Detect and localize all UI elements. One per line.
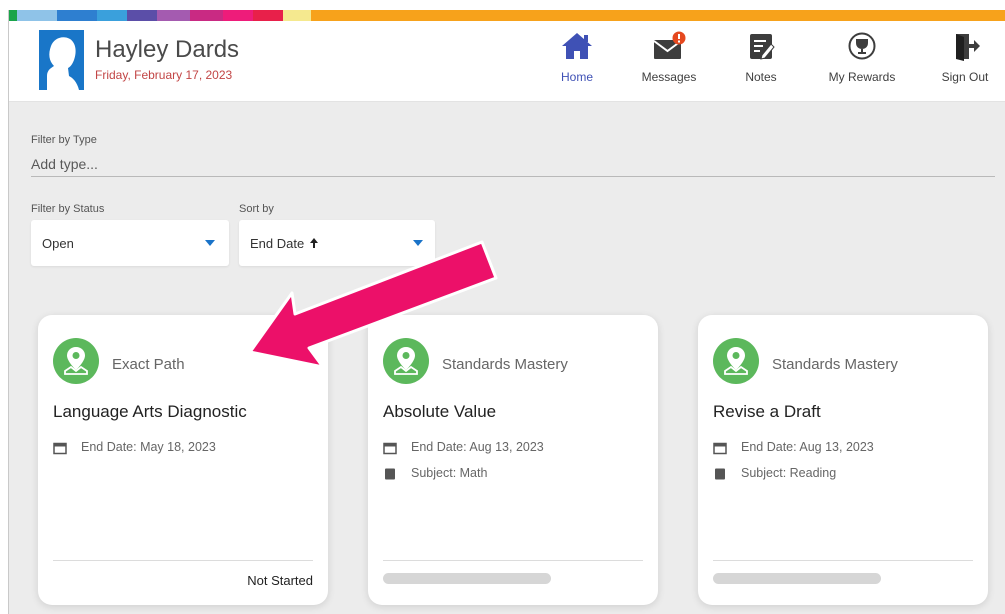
exit-door-icon [956,34,980,61]
end-date: End Date: May 18, 2023 [81,440,216,454]
book-icon [715,468,725,480]
assignment-title: Revise a Draft [713,402,821,421]
assignment-card[interactable]: Exact Path Language Arts Diagnostic End … [38,315,328,605]
filter-type-label: Filter by Type [31,134,97,146]
card-divider [713,560,973,561]
assignment-title: Language Arts Diagnostic [53,402,247,421]
avatar[interactable] [39,30,84,90]
nav-home[interactable]: Home [551,21,603,101]
assignment-type: Exact Path [112,356,185,373]
app-header: Hayley Dards Friday, February 17, 2023 H… [9,21,1005,102]
nav-my-rewards-label: My Rewards [828,70,896,84]
card-divider [53,560,313,561]
progress-placeholder-bar [713,573,881,584]
nav-notes-label: Notes [745,70,777,84]
user-name: Hayley Dards [95,36,240,63]
assignment-title: Absolute Value [383,402,497,421]
assignment-type: Standards Mastery [442,356,568,373]
nav-notes[interactable]: Notes [733,21,789,101]
notes-icon [750,34,775,60]
current-date: Friday, February 17, 2023 [95,68,233,82]
assignment-card[interactable]: Standards Mastery Revise a Draft End Dat… [698,315,988,605]
sort-by-label: Sort by [239,203,274,215]
subject: Subject: Reading [741,466,837,480]
filter-status-label: Filter by Status [31,203,105,215]
app-frame: Hayley Dards Friday, February 17, 2023 H… [8,10,1005,614]
nav-sign-out-label: Sign Out [941,70,989,84]
nav-sign-out[interactable]: Sign Out [937,21,993,101]
brand-color-stripe [9,10,1005,21]
assignment-card[interactable]: Standards Mastery Absolute Value End Dat… [368,315,658,605]
filter-type-input[interactable] [31,152,995,177]
home-icon [562,33,592,59]
envelope-icon [653,31,686,59]
calendar-icon [53,442,67,454]
arrow-up-icon [309,238,318,248]
nav-messages-label: Messages [641,70,697,84]
filter-status-select[interactable]: Open [31,220,229,266]
calendar-icon [713,442,727,454]
calendar-icon [383,442,397,454]
sort-by-select[interactable]: End Date [239,220,435,266]
end-date: End Date: Aug 13, 2023 [741,440,874,454]
chevron-down-icon [413,240,423,246]
filter-status-value: Open [42,236,74,251]
subject: Subject: Math [411,466,488,480]
avatar-silhouette-icon [39,30,84,90]
location-pin-badge-icon [383,338,429,384]
assignment-type: Standards Mastery [772,356,898,373]
nav-messages[interactable]: Messages [637,21,701,101]
nav-home-label: Home [560,70,593,84]
chevron-down-icon [205,240,215,246]
location-pin-badge-icon [713,338,759,384]
trophy-icon [848,32,876,60]
location-pin-badge-icon [53,338,99,384]
progress-placeholder-bar [383,573,551,584]
end-date: End Date: Aug 13, 2023 [411,440,544,454]
assignment-status: Not Started [247,573,313,588]
card-divider [383,560,643,561]
nav-my-rewards[interactable]: My Rewards [819,21,905,101]
book-icon [385,468,395,480]
sort-by-value: End Date [250,236,305,251]
